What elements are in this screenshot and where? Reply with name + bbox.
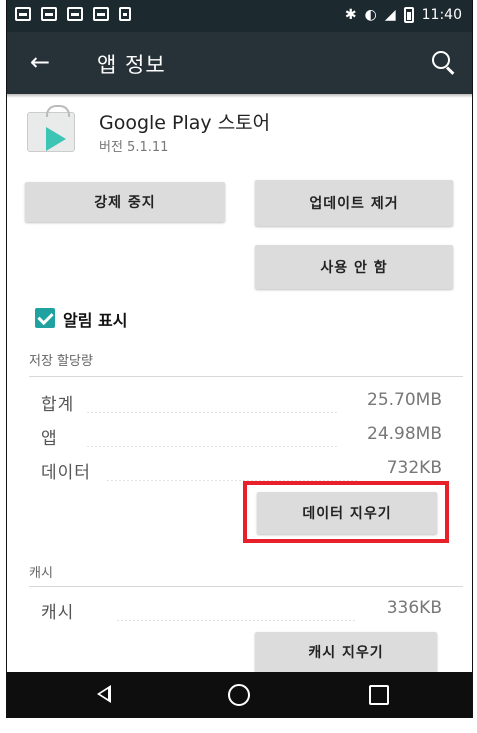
- status-bar: ✱ ◐ ◢ 11:40: [7, 0, 472, 32]
- notification-icons: [15, 7, 131, 21]
- storage-data-value: 732KB: [386, 458, 442, 478]
- notification-icon: [119, 7, 131, 21]
- uninstall-updates-button[interactable]: 업데이트 제거: [255, 180, 453, 226]
- search-handle: [445, 66, 455, 75]
- force-stop-button[interactable]: 강제 중지: [25, 182, 225, 222]
- storage-total-label: 합계: [41, 395, 75, 415]
- cache-divider: [29, 586, 463, 587]
- system-icons: ✱ ◐ ◢ 11:40: [345, 6, 462, 24]
- disable-button[interactable]: 사용 안 함: [255, 245, 453, 289]
- notification-icon: [15, 7, 31, 21]
- app-version: 버전 5.1.11: [99, 140, 169, 155]
- notification-checkbox[interactable]: [35, 308, 55, 328]
- app-name: Google Play 스토어: [99, 112, 271, 134]
- app-bar: ← 앱 정보: [7, 32, 472, 94]
- notification-icon: [93, 7, 109, 21]
- storage-app-label: 앱: [41, 429, 58, 449]
- search-icon[interactable]: [426, 46, 460, 80]
- bag-handle: [46, 105, 70, 117]
- row-leader: [117, 620, 357, 621]
- row-leader: [87, 412, 337, 413]
- nav-recent-apps-icon[interactable]: [369, 685, 389, 705]
- arrow-left-icon[interactable]: ←: [23, 45, 57, 79]
- navigation-bar: [7, 672, 472, 718]
- cache-section-label: 캐시: [29, 566, 53, 581]
- signal-icon: ◢: [384, 7, 396, 23]
- play-triangle: [46, 127, 66, 151]
- google-play-icon: [21, 104, 79, 152]
- highlight-box: [243, 481, 449, 543]
- storage-divider: [29, 376, 463, 377]
- storage-data-label: 데이터: [41, 463, 91, 483]
- vibrate-icon: ◐: [364, 7, 377, 23]
- nav-back-icon[interactable]: [97, 685, 111, 703]
- storage-app-value: 24.98MB: [367, 424, 442, 444]
- shopping-bag-shape: [27, 105, 75, 152]
- notification-label: 알림 표시: [63, 311, 128, 330]
- cache-value: 336KB: [386, 598, 442, 618]
- page-title: 앱 정보: [97, 53, 166, 77]
- storage-total-value: 25.70MB: [367, 390, 442, 410]
- storage-section-label: 저장 할당량: [29, 354, 93, 369]
- clear-cache-button[interactable]: 캐시 지우기: [255, 632, 437, 672]
- bluetooth-icon: ✱: [344, 7, 357, 23]
- phone-screen: ✱ ◐ ◢ 11:40 ← 앱 정보 Google Play 스토어 버전 5.…: [6, 0, 473, 718]
- row-leader: [87, 446, 337, 447]
- cache-label: 캐시: [41, 603, 75, 623]
- nav-home-icon[interactable]: [228, 684, 250, 706]
- notification-icon: [67, 7, 83, 21]
- battery-icon: [403, 7, 414, 23]
- notification-icon: [41, 7, 57, 21]
- status-time: 11:40: [421, 7, 462, 23]
- app-bar-shadow: [7, 94, 472, 98]
